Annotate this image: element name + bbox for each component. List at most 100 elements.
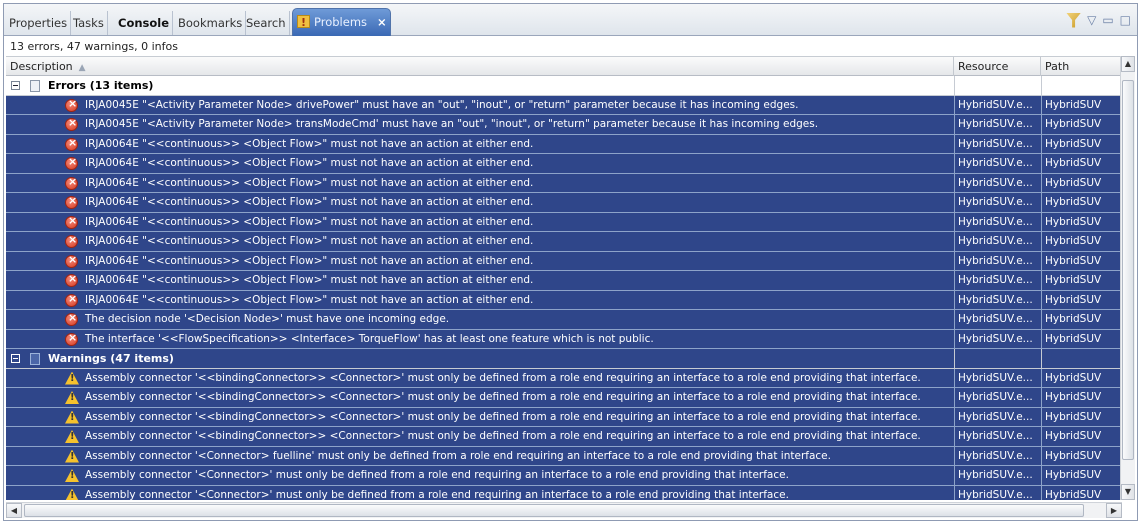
problem-description: IRJA0064E "<<continuous>> <Object Flow>"… [85,235,534,247]
path-cell: HybridSUV [1041,271,1122,290]
column-header-description[interactable]: Description ▲ [6,57,954,76]
error-icon [65,155,78,170]
tab-problems[interactable]: Problems × [292,8,391,36]
error-icon [65,331,78,346]
problem-row[interactable]: IRJA0064E "<<continuous>> <Object Flow>"… [6,134,1122,154]
group-warnings[interactable]: Warnings (47 items) [6,349,1122,369]
column-label: Resource [958,60,1009,73]
warning-icon [65,391,79,404]
problem-description: IRJA0045E "<Activity Parameter Node> dri… [85,98,799,111]
problem-row[interactable]: IRJA0064E "<<continuous>> <Object Flow>"… [6,232,1122,252]
scroll-down-icon[interactable]: ▼ [1121,484,1135,500]
problem-description: IRJA0064E "<<continuous>> <Object Flow>"… [85,274,534,286]
tab-label: Problems [314,15,368,29]
problem-row[interactable]: IRJA0064E "<<continuous>> <Object Flow>"… [6,154,1122,174]
problem-row[interactable]: IRJA0045E "<Activity Parameter Node> tra… [6,115,1122,135]
problem-row[interactable]: Assembly connector '<<bindingConnector>>… [6,388,1122,408]
problem-description: IRJA0064E "<<continuous>> <Object Flow>"… [85,137,534,150]
problem-row[interactable]: IRJA0064E "<<continuous>> <Object Flow>"… [6,193,1122,213]
problem-row[interactable]: Assembly connector '<<bindingConnector>>… [6,368,1122,388]
warning-icon [65,410,79,424]
problem-description: The interface '<<FlowSpecification>> <In… [85,332,654,345]
scroll-right-icon[interactable]: ▶ [1106,503,1122,518]
collapse-icon[interactable] [11,81,20,90]
problem-row[interactable]: IRJA0064E "<<continuous>> <Object Flow>"… [6,212,1122,232]
vertical-scrollbar[interactable]: ▲ ▼ [1120,56,1135,500]
tab-bookmarks[interactable]: Bookmarks [175,11,247,35]
resource-cell: HybridSUV.e... [954,212,1040,232]
problem-row[interactable]: Assembly connector '<<bindingConnector>>… [6,427,1122,447]
tab-search[interactable]: Search [243,11,290,35]
problem-description: Assembly connector '<<bindingConnector>>… [85,391,921,403]
problems-table: Errors (13 items) IRJA0045E "<Activity P… [6,76,1122,500]
problem-description: Assembly connector '<Connector>' must on… [85,488,789,501]
tab-console[interactable]: Console [115,11,174,35]
error-icon [65,116,78,131]
path-cell: HybridSUV [1041,466,1122,485]
error-icon [65,233,78,248]
column-label: Description [10,60,73,73]
resource-cell: HybridSUV.e... [954,271,1040,290]
resource-cell: HybridSUV.e... [954,95,1040,115]
sort-ascending-icon: ▲ [78,63,86,73]
resource-cell: HybridSUV.e... [954,368,1040,388]
problem-row[interactable]: IRJA0045E "<Activity Parameter Node> dri… [6,95,1122,115]
column-label: Path [1045,60,1070,73]
warning-icon [65,371,79,385]
tab-properties[interactable]: Properties [6,11,72,35]
filter-icon[interactable] [1066,12,1082,28]
path-cell: HybridSUV [1041,193,1122,212]
view-menu-icon[interactable]: ▽ [1087,13,1096,27]
warning-icon [65,469,79,482]
path-cell: HybridSUV [1041,329,1122,349]
problem-row[interactable]: The decision node '<Decision Node>' must… [6,310,1122,330]
warning-icon [65,449,79,463]
error-group-icon [28,79,40,92]
group-errors[interactable]: Errors (13 items) [6,76,1122,96]
view-toolbar: ▽ ▭ □ [1066,10,1131,30]
warning-icon [65,430,79,443]
horizontal-scrollbar[interactable]: ◀ ▶ [6,502,1122,518]
problem-description: IRJA0064E "<<continuous>> <Object Flow>"… [85,254,534,267]
problem-row[interactable]: Assembly connector '<Connector>' must on… [6,466,1122,486]
error-icon [65,311,78,326]
collapse-icon[interactable] [11,354,20,363]
problem-row[interactable]: IRJA0064E "<<continuous>> <Object Flow>"… [6,251,1122,271]
resource-cell: HybridSUV.e... [954,134,1040,154]
minimize-icon[interactable]: ▭ [1102,13,1113,27]
maximize-icon[interactable]: □ [1120,13,1131,27]
resource-cell: HybridSUV.e... [954,173,1040,193]
problem-row[interactable]: IRJA0064E "<<continuous>> <Object Flow>"… [6,271,1122,291]
problem-row[interactable]: The interface '<<FlowSpecification>> <In… [6,329,1122,349]
resource-cell: HybridSUV.e... [954,232,1040,251]
scroll-up-icon[interactable]: ▲ [1121,56,1135,72]
problem-row[interactable]: Assembly connector '<Connector> fuelline… [6,446,1122,466]
resource-cell: HybridSUV.e... [954,485,1040,500]
tab-label: Console [118,16,170,30]
table-header: Description ▲ Resource Path [6,56,1122,76]
tab-tasks[interactable]: Tasks [70,11,108,35]
group-label: Errors (13 items) [48,79,154,92]
column-header-resource[interactable]: Resource [954,57,1041,76]
tab-label: Search [246,16,286,30]
resource-cell: HybridSUV.e... [954,427,1040,446]
problem-row[interactable]: Assembly connector '<<bindingConnector>>… [6,407,1122,427]
scroll-left-icon[interactable]: ◀ [6,503,22,518]
problem-row[interactable]: IRJA0064E "<<continuous>> <Object Flow>"… [6,290,1122,310]
horizontal-scroll-thumb[interactable] [24,504,1084,517]
path-cell: HybridSUV [1041,388,1122,407]
error-icon [65,97,78,112]
column-header-path[interactable]: Path [1041,57,1122,76]
problem-row[interactable]: Assembly connector '<Connector>' must on… [6,485,1122,501]
problem-row[interactable]: IRJA0064E "<<continuous>> <Object Flow>"… [6,173,1122,193]
resource-cell: HybridSUV.e... [954,329,1040,349]
problem-description: IRJA0064E "<<continuous>> <Object Flow>"… [85,196,534,208]
warning-icon [65,488,79,500]
resource-cell: HybridSUV.e... [954,466,1040,485]
path-cell: HybridSUV [1041,485,1122,500]
resource-cell: HybridSUV.e... [954,154,1040,173]
resource-cell: HybridSUV.e... [954,446,1040,466]
vertical-scroll-thumb[interactable] [1122,80,1134,460]
problems-view: Properties Tasks Console Bookmarks Searc… [3,3,1138,521]
close-icon[interactable]: × [377,9,387,35]
